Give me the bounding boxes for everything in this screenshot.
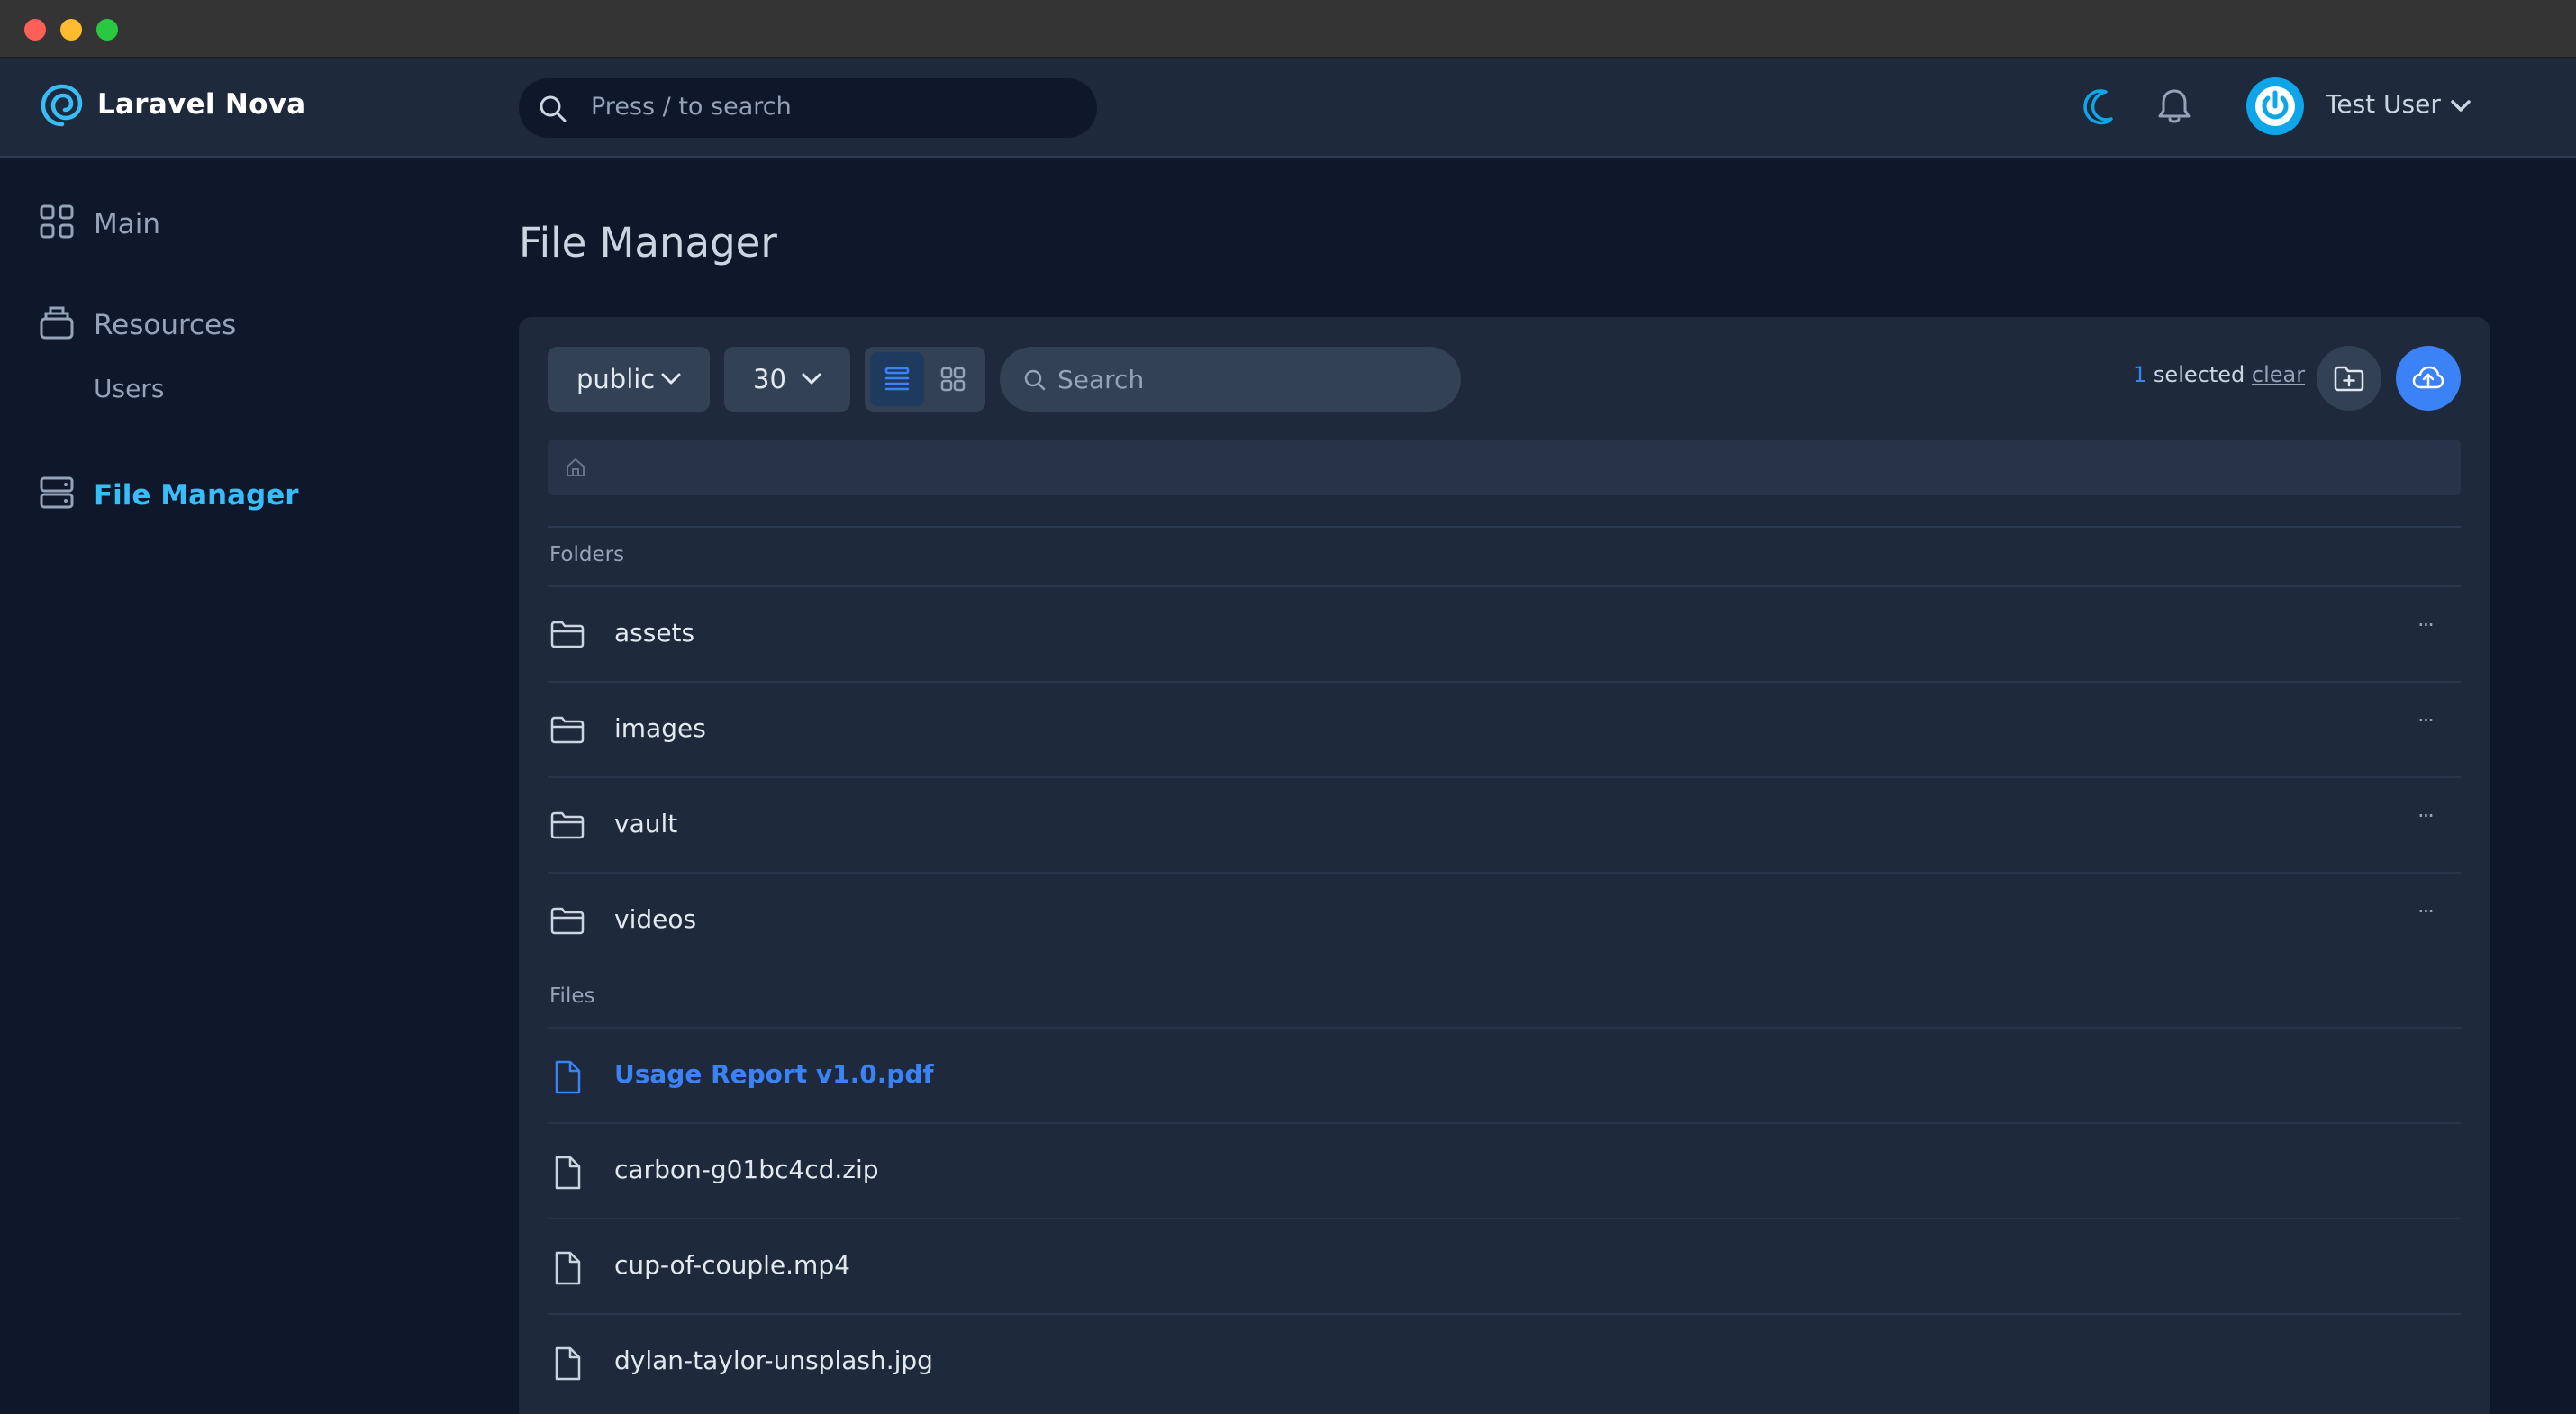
sidebar-item-label: Resources [94, 309, 237, 341]
disk-select[interactable]: public [548, 347, 710, 412]
sidebar-item-label: File Manager [94, 479, 299, 512]
app-header: Laravel Nova Press / to search Test User [0, 58, 2576, 158]
file-name: dylan-taylor-unsplash.jpg [614, 1346, 933, 1375]
more-actions-button[interactable]: ··· [2417, 612, 2435, 638]
create-folder-button[interactable] [2317, 346, 2381, 411]
upload-button[interactable] [2396, 346, 2461, 411]
per-page-value: 30 [753, 364, 786, 394]
folder-plus-icon [2334, 366, 2364, 392]
chevron-down-icon [802, 373, 821, 385]
search-icon [540, 95, 567, 122]
file-name: cup-of-couple.mp4 [614, 1250, 850, 1280]
selected-label: selected [2153, 362, 2245, 387]
chevron-down-icon [661, 373, 681, 385]
divider [548, 526, 2461, 528]
stack-icon [40, 306, 74, 340]
file-name: carbon-g01bc4cd.zip [614, 1155, 879, 1184]
file-row[interactable]: Usage Report v1.0.pdf [548, 1027, 2461, 1122]
window-titlebar [0, 0, 2576, 58]
file-row[interactable]: cup-of-couple.mp4 [548, 1218, 2461, 1313]
global-search[interactable]: Press / to search [519, 78, 1097, 138]
nova-logo-icon[interactable] [40, 83, 85, 128]
chevron-down-icon[interactable] [2448, 96, 2473, 116]
file-row[interactable]: dylan-taylor-unsplash.jpg [548, 1313, 2461, 1409]
list-icon [884, 367, 910, 391]
more-actions-button[interactable]: ··· [2417, 899, 2435, 924]
folder-row[interactable]: assets ··· [548, 585, 2461, 681]
per-page-select[interactable]: 30 [724, 347, 850, 412]
folder-name: videos [614, 904, 697, 934]
files-section-label: Files [549, 984, 595, 1008]
folder-icon [550, 907, 585, 935]
file-row[interactable]: carbon-g01bc4cd.zip [548, 1122, 2461, 1218]
list-view-button[interactable] [870, 352, 924, 406]
folder-row[interactable]: videos ··· [548, 872, 2461, 967]
folder-row[interactable]: vault ··· [548, 776, 2461, 872]
folder-icon [550, 716, 585, 744]
server-icon [40, 476, 74, 509]
maximize-window-button[interactable] [96, 19, 118, 41]
more-actions-button[interactable]: ··· [2417, 708, 2435, 733]
folder-row[interactable]: images ··· [548, 681, 2461, 776]
folder-name: assets [614, 618, 695, 648]
file-icon [555, 1346, 581, 1381]
folder-icon [550, 811, 585, 839]
moon-icon[interactable] [2079, 85, 2122, 128]
brand-name[interactable]: Laravel Nova [97, 88, 306, 121]
grid-icon [40, 204, 74, 239]
grid-view-button[interactable] [926, 352, 980, 406]
file-icon [555, 1251, 581, 1285]
grid-icon [940, 367, 966, 392]
folder-name: images [614, 713, 706, 743]
page-title: File Manager [519, 219, 777, 267]
user-menu-name[interactable]: Test User [2326, 89, 2441, 119]
global-search-placeholder: Press / to search [591, 93, 792, 121]
sidebar-item-users[interactable]: Users [94, 374, 164, 403]
close-window-button[interactable] [24, 19, 46, 41]
file-icon [555, 1060, 581, 1094]
sidebar-item-label: Main [94, 208, 161, 240]
more-actions-button[interactable]: ··· [2417, 803, 2435, 829]
bell-icon[interactable] [2153, 85, 2196, 128]
view-mode-toggle [865, 347, 985, 412]
file-icon [555, 1156, 581, 1190]
breadcrumb [548, 440, 2461, 495]
user-avatar[interactable] [2246, 77, 2304, 135]
folders-section-label: Folders [549, 543, 625, 567]
clear-selection-link[interactable]: clear [2252, 362, 2305, 387]
file-search-input[interactable] [1057, 359, 1436, 399]
file-manager-panel: public 30 Search 1 selected clear Folder… [519, 317, 2490, 1414]
minimize-window-button[interactable] [60, 19, 82, 41]
search-icon [1024, 369, 1046, 391]
power-icon [2255, 86, 2295, 126]
selected-count: 1 [2133, 362, 2147, 387]
selection-info: 1 selected clear [2133, 362, 2305, 387]
home-icon[interactable] [564, 456, 587, 479]
disk-select-value: public [576, 364, 656, 394]
cloud-upload-icon [2412, 366, 2444, 389]
folder-icon [550, 621, 585, 648]
file-search [1000, 347, 1461, 412]
file-name: Usage Report v1.0.pdf [614, 1059, 934, 1089]
folder-name: vault [614, 809, 678, 838]
